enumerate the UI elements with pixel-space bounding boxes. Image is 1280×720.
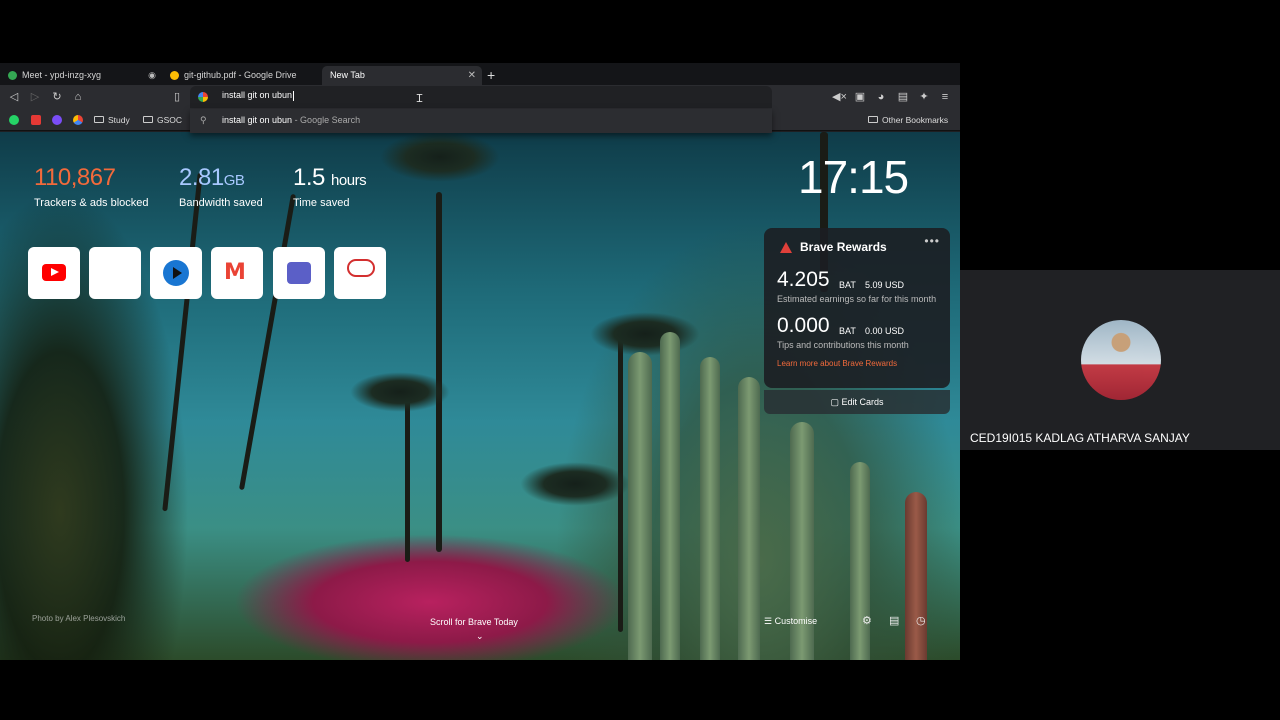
photo-credit[interactable]: Photo by Alex Plesovskich [32, 614, 125, 623]
edit-cards-button[interactable]: ▢ Edit Cards [764, 390, 950, 414]
cactus [660, 332, 680, 660]
teams-icon [287, 262, 311, 284]
folder-icon [868, 116, 878, 124]
whatsapp-icon[interactable] [9, 115, 19, 125]
meet-participant-tile: CED19I015 KADLAG ATHARVA SANJAY [960, 270, 1280, 450]
earnings-usd: 5.09 USD [865, 280, 905, 290]
palm-fronds [590, 312, 700, 356]
text-caret [293, 90, 295, 101]
ibeam-cursor-icon: Ｉ [414, 93, 425, 105]
earnings-description: Estimated earnings so far for this month [777, 294, 937, 304]
address-input[interactable]: install git on ubun [222, 90, 292, 100]
tab-audio-icon[interactable]: ◉ [148, 66, 156, 85]
bookmark-purple-icon[interactable] [52, 115, 62, 125]
bat-logo-icon [780, 242, 792, 253]
folder-icon [143, 116, 153, 124]
bookmark-folder-other[interactable]: Other Bookmarks [868, 113, 948, 127]
back-icon[interactable]: ◁ [7, 89, 21, 105]
reload-icon[interactable]: ↻ [50, 89, 64, 105]
tips-description: Tips and contributions this month [777, 340, 909, 350]
youtube-icon [42, 264, 66, 281]
cactus [700, 357, 720, 660]
participant-avatar [1081, 320, 1161, 400]
bookmark-folder-gsoc[interactable]: GSOC [143, 113, 182, 127]
omnibox-suggestion[interactable]: ⚲ install git on ubun - Google Search [190, 109, 772, 133]
time-label: Time saved [293, 197, 350, 209]
bookmark-colorful-icon[interactable] [73, 115, 83, 125]
scroll-brave-today[interactable]: Scroll for Brave Today [430, 617, 518, 627]
address-bar[interactable]: install git on ubun Ｉ [190, 86, 772, 108]
sliders-icon: ☰ [764, 616, 775, 626]
learn-more-link[interactable]: Learn more [777, 359, 818, 368]
bookmarks-icon[interactable]: ▤ [889, 614, 899, 627]
extensions-icon[interactable]: ✦ [917, 89, 931, 105]
bandwidth-saved: 2.81GB [179, 164, 245, 191]
top-site-cloud[interactable] [334, 247, 386, 299]
top-site-teams[interactable] [273, 247, 325, 299]
earnings-currency: BAT [839, 280, 856, 290]
folder-icon [94, 116, 104, 124]
time-saved: 1.5 hours [293, 164, 367, 191]
earnings-amount: 4.205 [777, 268, 830, 291]
home-icon[interactable]: ⌂ [71, 89, 85, 105]
cloud-icon [347, 259, 375, 277]
forward-icon[interactable]: ▷ [28, 89, 42, 105]
mute-icon[interactable]: ◀× [832, 89, 847, 105]
google-icon [198, 92, 208, 102]
trackers-count: 110,867 [34, 164, 116, 191]
top-site-youtube[interactable] [28, 247, 80, 299]
bookmark-icon[interactable]: ▯ [170, 89, 184, 105]
search-icon: ⚲ [200, 115, 207, 125]
close-tab-icon[interactable]: ✕ [468, 66, 476, 85]
tips-usd: 0.00 USD [865, 326, 905, 336]
drive-favicon-icon [170, 71, 179, 81]
screenshot-icon[interactable]: ▣ [853, 89, 867, 105]
palm-trunk [436, 192, 442, 552]
palm-fronds [380, 132, 500, 182]
palm-fronds [520, 462, 630, 506]
clock: 17:15 [798, 151, 909, 203]
gmail-icon: M [224, 260, 246, 285]
toolbar: ◁ ▷ ↻ ⌂ ▯ install git on ubun Ｉ ◀× ▣ ◕ ▤… [0, 85, 960, 109]
customise-button[interactable]: ☰ Customise [764, 616, 817, 627]
top-site-gmail[interactable]: M [211, 247, 263, 299]
cactus [850, 462, 870, 660]
settings-gear-icon[interactable]: ⚙ [862, 614, 872, 627]
tips-currency: BAT [839, 326, 856, 336]
cactus [628, 352, 652, 660]
tab-drive[interactable]: git-github.pdf - Google Drive [162, 66, 320, 85]
reader-icon[interactable]: ▤ [896, 89, 910, 105]
color-picker-icon[interactable]: ◕ [874, 89, 888, 105]
trackers-label: Trackers & ads blocked [34, 197, 149, 209]
tips-amount: 0.000 [777, 314, 830, 337]
top-site-blank[interactable] [89, 247, 141, 299]
participant-name: CED19I015 KADLAG ATHARVA SANJAY [970, 431, 1190, 445]
history-icon[interactable]: ◷ [916, 614, 926, 627]
tab-strip: Meet - ypd-inzg-xyg ◉ git-github.pdf - G… [0, 63, 960, 85]
bookmark-red-icon[interactable] [31, 115, 41, 125]
edit-cards-icon: ▢ [830, 397, 842, 407]
menu-icon[interactable]: ≡ [938, 89, 952, 105]
browser-window: Meet - ypd-inzg-xyg ◉ git-github.pdf - G… [0, 63, 960, 660]
cactus [738, 377, 760, 660]
palm-trunk [162, 172, 203, 512]
cactus [905, 492, 927, 660]
palm-fronds [350, 372, 450, 412]
play-icon [163, 260, 189, 286]
rewards-title: Brave Rewards [800, 240, 887, 254]
learn-more-text: Learn more about Brave Rewards [777, 359, 898, 368]
chevron-down-icon[interactable]: ⌄ [476, 631, 484, 642]
palm-trunk [238, 193, 297, 491]
tab-new-tab[interactable]: New Tab ✕ [322, 66, 482, 85]
new-tab-plus-icon[interactable]: + [487, 66, 495, 84]
bandwidth-label: Bandwidth saved [179, 197, 263, 209]
more-options-icon[interactable]: ••• [924, 234, 940, 248]
bookmark-folder-study[interactable]: Study [94, 113, 130, 127]
meet-favicon-icon [8, 71, 17, 81]
top-site-media[interactable] [150, 247, 202, 299]
brave-rewards-card: Brave Rewards ••• 4.205 BAT 5.09 USD Est… [764, 228, 950, 388]
tab-meet[interactable]: Meet - ypd-inzg-xyg ◉ [0, 66, 162, 85]
